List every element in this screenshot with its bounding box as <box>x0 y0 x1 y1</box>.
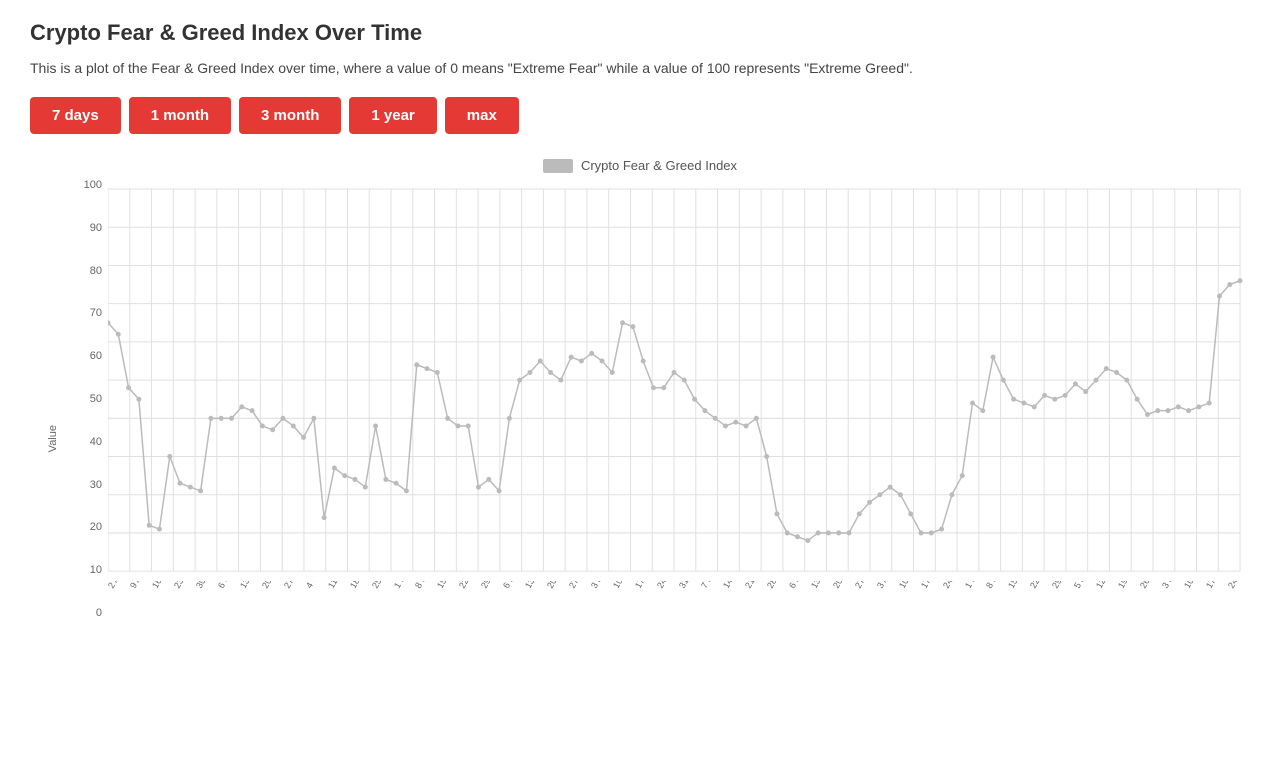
chart-svg-area <box>108 179 1250 581</box>
chart-area-wrapper: 2 Aug, 20199 Aug, 201916 Aug, 201923 Aug… <box>108 179 1250 659</box>
btn-7days[interactable]: 7 days <box>30 97 121 134</box>
chart-container: Crypto Fear & Greed Index Value 100 90 8… <box>30 158 1250 678</box>
x-axis-label: 31 Jul, 2020 <box>1248 581 1250 590</box>
chart-legend: Crypto Fear & Greed Index <box>30 158 1250 173</box>
btn-1month[interactable]: 1 month <box>129 97 231 134</box>
time-range-buttons: 7 days 1 month 3 month 1 year max <box>30 97 1250 134</box>
y-axis: 100 90 80 70 60 50 40 30 20 10 0 <box>76 179 108 659</box>
page-title: Crypto Fear & Greed Index Over Time <box>30 20 1250 46</box>
chart-inner: Value 100 90 80 70 60 50 40 30 20 10 0 <box>30 179 1250 659</box>
page-description: This is a plot of the Fear & Greed Index… <box>30 58 1250 79</box>
x-axis-labels: 2 Aug, 20199 Aug, 201916 Aug, 201923 Aug… <box>108 581 1250 659</box>
legend-swatch <box>543 159 573 173</box>
btn-max[interactable]: max <box>445 97 519 134</box>
btn-1year[interactable]: 1 year <box>349 97 436 134</box>
x-axis-label: 24 Jul, 2020 <box>1226 581 1250 590</box>
chart-svg <box>108 179 1250 581</box>
y-axis-label: Value <box>47 385 59 452</box>
legend-label: Crypto Fear & Greed Index <box>581 158 737 173</box>
btn-3month[interactable]: 3 month <box>239 97 341 134</box>
